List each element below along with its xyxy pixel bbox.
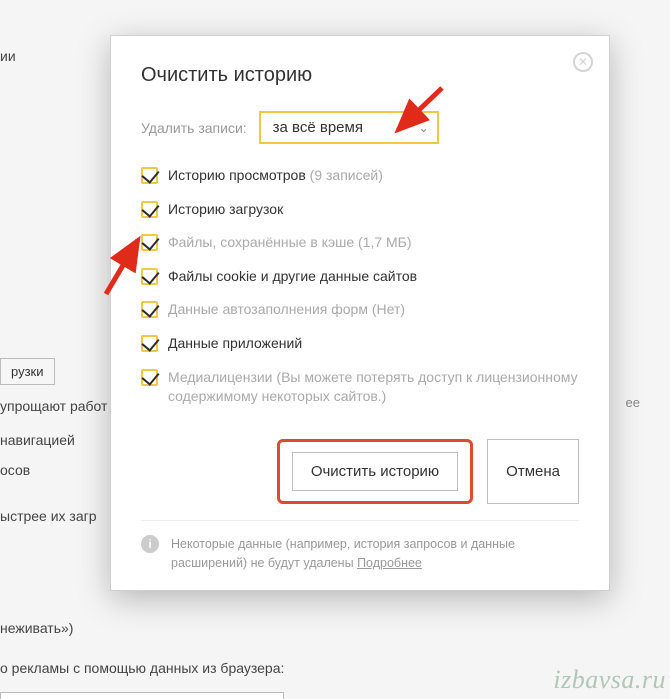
dialog-title: Очистить историю xyxy=(141,64,579,87)
clear-option-label: Данные автозаполнения форм (Нет) xyxy=(168,300,405,320)
checkbox[interactable] xyxy=(141,301,158,318)
chevron-down-icon: ⌄ xyxy=(419,121,429,135)
annotation-highlight-box: Очистить историю xyxy=(277,439,473,504)
bg-text: упрощают работ xyxy=(0,398,107,414)
footer-text: Некоторые данные (например, история запр… xyxy=(171,537,515,570)
bg-text: ии xyxy=(0,48,16,64)
learn-more-link[interactable]: Подробнее xyxy=(357,556,422,570)
info-icon: i xyxy=(141,535,159,553)
checkbox[interactable] xyxy=(141,234,158,251)
clear-history-dialog: ✕ Очистить историю Удалить записи: за вс… xyxy=(110,35,610,591)
clear-option-row: Историю просмотров (9 записей) xyxy=(141,166,579,186)
clear-option-label: Историю просмотров (9 записей) xyxy=(168,166,383,186)
checkbox[interactable] xyxy=(141,167,158,184)
cancel-button[interactable]: Отмена xyxy=(487,439,579,504)
clear-history-button[interactable]: Очистить историю xyxy=(292,452,458,491)
checkbox[interactable] xyxy=(141,335,158,352)
checkbox[interactable] xyxy=(141,201,158,218)
clear-option-label: Файлы, сохранённые в кэше (1,7 МБ) xyxy=(168,233,412,253)
clear-option-label: Медиалицензии (Вы можете потерять доступ… xyxy=(168,368,579,407)
ads-browser-select[interactable]: Google Chrome xyxy=(0,692,284,699)
clear-option-row: Файлы cookie и другие данные сайтов xyxy=(141,267,579,287)
watermark: izbavsa.ru xyxy=(553,665,666,695)
checkbox[interactable] xyxy=(141,268,158,285)
clear-option-row: Историю загрузок xyxy=(141,200,579,220)
bg-text: навигацией xyxy=(0,432,75,448)
clear-option-label: Данные приложений xyxy=(168,334,302,354)
dialog-button-row: Очистить историю Отмена xyxy=(141,427,579,520)
checkbox[interactable] xyxy=(141,369,158,386)
clear-options-list: Историю просмотров (9 записей) Историю за… xyxy=(141,166,579,407)
clear-option-row: Данные приложений xyxy=(141,334,579,354)
time-range-select[interactable]: за всё время ⌄ xyxy=(259,111,439,144)
bg-text: осов xyxy=(0,462,30,478)
close-icon[interactable]: ✕ xyxy=(573,52,593,72)
clear-option-label: Файлы cookie и другие данные сайтов xyxy=(168,267,417,287)
dialog-footer: i Некоторые данные (например, история за… xyxy=(141,520,579,573)
clear-option-row: Данные автозаполнения форм (Нет) xyxy=(141,300,579,320)
ads-row-label: о рекламы с помощью данных из браузера: xyxy=(0,660,284,676)
time-range-row: Удалить записи: за всё время ⌄ xyxy=(141,111,579,144)
bg-link-fragment[interactable]: ее xyxy=(626,395,640,410)
clear-option-row: Файлы, сохранённые в кэше (1,7 МБ) xyxy=(141,233,579,253)
bg-text: неживать») xyxy=(0,620,73,636)
clear-option-row: Медиалицензии (Вы можете потерять доступ… xyxy=(141,368,579,407)
time-range-label: Удалить записи: xyxy=(141,120,247,136)
clear-option-label: Историю загрузок xyxy=(168,200,283,220)
downloads-button-fragment[interactable]: рузки xyxy=(0,358,55,385)
bg-text: ыстрее их загр xyxy=(0,508,97,524)
